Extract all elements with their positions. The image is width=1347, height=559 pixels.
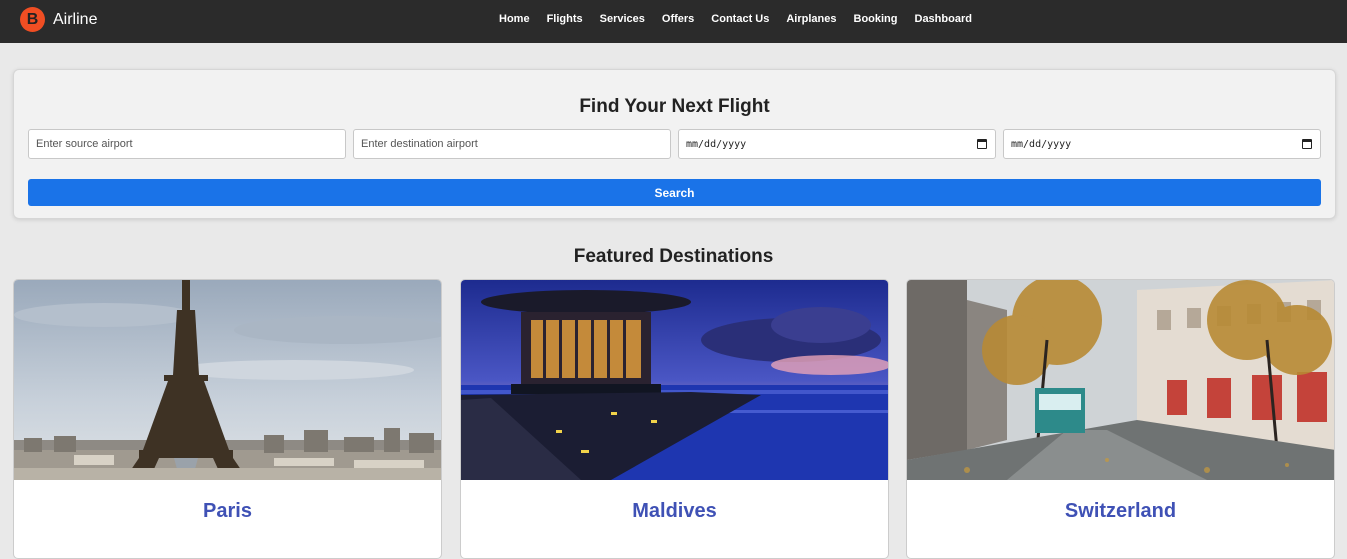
- maldives-image: [461, 280, 888, 480]
- nav-link-services[interactable]: Services: [600, 13, 645, 25]
- calendar-icon[interactable]: [1302, 139, 1312, 149]
- return-date-input[interactable]: mm/dd/yyyy: [1003, 129, 1321, 159]
- destination-card-paris[interactable]: Paris: [13, 279, 442, 559]
- destination-name: Maldives: [632, 500, 717, 522]
- calendar-icon[interactable]: [977, 139, 987, 149]
- destination-name: Paris: [203, 500, 252, 522]
- featured-destinations-title: Featured Destinations: [573, 246, 774, 267]
- main-content: Find Your Next Flight Enter source airpo…: [0, 43, 1347, 559]
- nav-link-dashboard[interactable]: Dashboard: [915, 13, 972, 25]
- depart-date-input[interactable]: mm/dd/yyyy: [678, 129, 996, 159]
- nav-link-offers[interactable]: Offers: [662, 13, 694, 25]
- switzerland-image: [907, 280, 1334, 480]
- return-date-value: mm/dd/yyyy: [1011, 138, 1072, 150]
- nav-links: Home Flights Services Offers Contact Us …: [499, 13, 989, 25]
- nav-link-contact-us[interactable]: Contact Us: [711, 13, 769, 25]
- paris-image: [14, 280, 441, 480]
- nav-link-airplanes[interactable]: Airplanes: [786, 13, 836, 25]
- brand[interactable]: B Airline: [20, 7, 97, 32]
- destination-name: Switzerland: [1064, 500, 1177, 522]
- source-airport-placeholder: Enter source airport: [36, 138, 133, 150]
- flight-search-card: Find Your Next Flight Enter source airpo…: [13, 69, 1336, 219]
- nav-link-home[interactable]: Home: [499, 13, 530, 25]
- destination-card-maldives[interactable]: Maldives: [460, 279, 889, 559]
- top-navbar: B Airline Home Flights Services Offers C…: [0, 0, 1347, 43]
- search-button[interactable]: Search: [28, 179, 1321, 206]
- destination-airport-placeholder: Enter destination airport: [361, 138, 478, 150]
- brand-name: Airline: [53, 10, 98, 28]
- destination-airport-input[interactable]: Enter destination airport: [353, 129, 671, 159]
- brand-logo-icon: B: [20, 7, 45, 32]
- depart-date-value: mm/dd/yyyy: [686, 138, 747, 150]
- source-airport-input[interactable]: Enter source airport: [28, 129, 346, 159]
- nav-link-booking[interactable]: Booking: [854, 13, 898, 25]
- destination-card-switzerland[interactable]: Switzerland: [906, 279, 1335, 559]
- search-title: Find Your Next Flight: [579, 96, 770, 117]
- nav-link-flights[interactable]: Flights: [547, 13, 583, 25]
